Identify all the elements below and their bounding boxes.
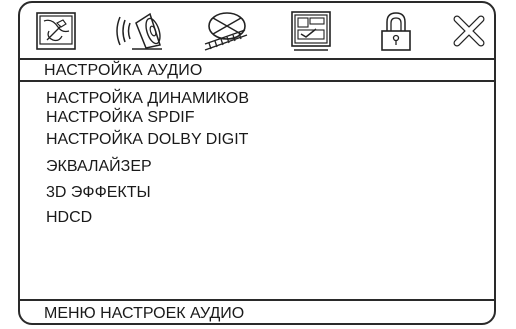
menu-item-spdif-setup[interactable]: НАСТРОЙКА SPDIF [46,109,195,127]
menu-item-3d-effects[interactable]: 3D ЭФФЕКТЫ [46,184,151,202]
tab-video-setup[interactable] [197,9,255,53]
tab-exit[interactable] [440,9,498,53]
divider-title [20,80,494,82]
status-footer: МЕНЮ НАСТРОЕК АУДИО [44,305,245,322]
tab-general-setup[interactable] [27,9,85,53]
setup-tab-bar [20,3,494,58]
tab-password-setup[interactable] [367,9,425,53]
divider-top [20,58,494,60]
section-title: НАСТРОЙКА АУДИО [44,62,203,79]
menu-item-hdcd[interactable]: HDCD [46,209,92,227]
divider-footer [20,299,494,301]
preference-screen-icon [291,11,331,51]
tab-preference-setup[interactable] [282,9,340,53]
lock-icon [381,12,411,51]
audio-speaker-icon [116,12,162,50]
exit-icon [453,15,485,47]
menu-item-dolby-digital-setup[interactable]: НАСТРОЙКА DOLBY DIGIT [46,131,248,149]
general-setup-icon [36,12,76,50]
setup-menu-frame: НАСТРОЙКА АУДИО НАСТРОЙКА ДИНАМИКОВ НАСТ… [18,1,496,325]
menu-item-speaker-setup[interactable]: НАСТРОЙКА ДИНАМИКОВ [46,90,249,108]
tab-audio-setup[interactable] [112,9,170,53]
menu-item-equalizer[interactable]: ЭКВАЛАЙЗЕР [46,158,152,176]
video-disc-icon [204,12,248,51]
